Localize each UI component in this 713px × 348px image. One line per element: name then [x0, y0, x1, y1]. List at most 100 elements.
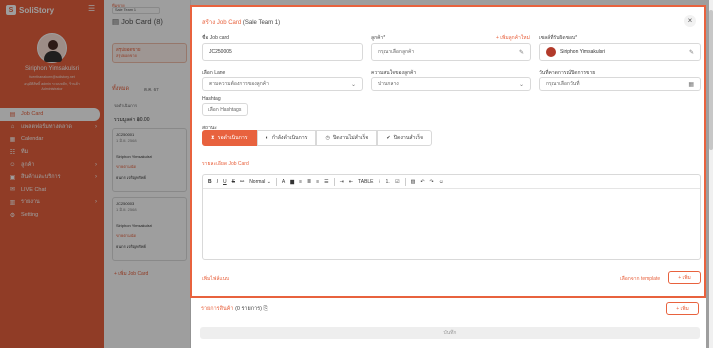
chevron-right-icon: ›	[95, 161, 97, 168]
rich-text-editor[interactable]: B I U S ⚯ Normal ⌄ A ▆ ≡ ≣ ≡ ☰ ⇥ ⇤ TABLE…	[202, 174, 701, 260]
sidebar-item-report[interactable]: ▥ รายงาน ›	[0, 196, 104, 209]
sidebar-item-setting[interactable]: ⚙ Setting	[0, 209, 104, 222]
redo-icon[interactable]: ↷	[430, 179, 434, 185]
job-tag: ขายตามนัด	[116, 164, 137, 169]
sidebar: S SoliStory ☰ Siriphon Yimsakulsri fuent…	[0, 0, 104, 348]
template-link[interactable]: เลือกจาก template	[620, 275, 660, 283]
job-customer: Siriphon Yimsakulsri	[116, 154, 153, 159]
product-section: รายการสินค้า (0 รายการ) ⎘ + เพิ่ม บันทึก	[191, 298, 706, 348]
summary-card[interactable]: สรุปยอดขาย สรุปยอดขาย	[112, 43, 187, 63]
underline-button[interactable]: U	[223, 179, 227, 185]
job-card-item[interactable]: JC250003 1 มิ.ย. 2568 Siriphon Yimsakuls…	[112, 197, 187, 261]
add-detail-button[interactable]: + เพิ่ม	[668, 271, 701, 284]
user-title: Administrator	[41, 87, 63, 91]
brand-name: SoliStory	[19, 5, 55, 15]
close-icon[interactable]: ×	[684, 15, 696, 27]
create-job-card-modal: สร้าง Job Card (Sale Team 1) × ชื่อ Job …	[190, 5, 706, 298]
strike-button[interactable]: S	[232, 179, 235, 185]
italic-button[interactable]: I	[217, 179, 218, 185]
emoji-icon[interactable]: ☺	[439, 179, 444, 185]
job-card-item[interactable]: JC250001 1 มิ.ย. 2568 Siriphon Yimsakuls…	[112, 128, 187, 192]
save-button[interactable]: บันทึก	[200, 327, 700, 339]
progress-icon: ◐	[265, 135, 269, 141]
table-button[interactable]: TABLE	[358, 179, 373, 185]
summary-label: สรุปยอดขาย	[116, 47, 141, 52]
due-date-input[interactable]: กรุณาเลือกวันที่ ▦	[539, 77, 701, 91]
brand-logo-icon: S	[6, 5, 16, 15]
copy-icon[interactable]: ⎘	[263, 306, 267, 312]
attach-file-link[interactable]: เพิ่มไฟล์แนบ	[202, 275, 229, 283]
date-filter[interactable]: ต.ค. 67	[144, 86, 159, 93]
chat-icon: ✉	[9, 187, 16, 194]
image-icon[interactable]: ▨	[411, 179, 416, 185]
interest-select[interactable]: ปานกลาง ⌄	[371, 77, 531, 91]
total-value: รวมมูลค่า ฿0.00	[114, 117, 150, 123]
report-icon: ▥	[9, 199, 16, 206]
menu-toggle-icon[interactable]: ☰	[88, 4, 95, 13]
align-right-icon[interactable]: ≡	[316, 179, 319, 185]
avatar[interactable]	[37, 33, 67, 63]
undo-icon[interactable]: ↶	[420, 179, 424, 185]
font-color-icon[interactable]: A	[282, 179, 285, 185]
checklist-icon[interactable]: ☑	[395, 179, 399, 185]
chevron-down-icon: ⌄	[518, 81, 524, 88]
card-icon: ▤	[9, 111, 16, 118]
owner-select[interactable]: Siriphon Yimsakulsri ✎	[539, 43, 701, 61]
link-icon[interactable]: ⚯	[240, 179, 244, 185]
user-email: fuenthanakorn@solistory.net	[29, 75, 75, 79]
status-heading: รอดำเนินการ	[114, 103, 138, 108]
list-title: ▤ Job Card (8)	[112, 17, 163, 26]
cart-icon: ⌂	[10, 123, 15, 130]
bold-button[interactable]: B	[208, 179, 212, 185]
team-icon: ☷	[9, 149, 16, 156]
scrollbar[interactable]	[709, 0, 713, 348]
owner-label: เซลล์ที่รับผิดชอบ*	[539, 35, 578, 41]
numbered-list-icon[interactable]: ⒈	[385, 178, 390, 185]
status-in-progress-button[interactable]: ◐ กำลังดำเนินการ	[256, 130, 317, 146]
lane-label: เลือก Lane	[202, 70, 226, 76]
bullet-list-icon[interactable]: ⁝	[379, 179, 381, 185]
add-product-button[interactable]: + เพิ่ม	[666, 302, 699, 315]
align-left-icon[interactable]: ≡	[299, 179, 302, 185]
customer-select[interactable]: กรุณาเลือกลูกค้า ✎	[371, 43, 531, 61]
job-card-name-input[interactable]: JC250005	[202, 43, 363, 61]
team-select[interactable]: Sale Team 1	[112, 7, 160, 14]
add-job-card-link[interactable]: + เพิ่ม Job Card	[114, 270, 148, 278]
job-card-list-panel: ทีมขาย Sale Team 1 ▤ Job Card (8) สรุปยอ…	[104, 0, 191, 348]
highlight-icon[interactable]: ▆	[290, 179, 294, 185]
status-segmented-control: ⧗ รอดำเนินการ ◐ กำลังดำเนินการ ◷ ปิดงานไม่ส…	[202, 130, 433, 146]
sidebar-item-calendar[interactable]: ▦ Calendar	[0, 133, 104, 146]
sidebar-item-products[interactable]: ▣ สินค้าและบริการ ›	[0, 171, 104, 184]
editor-toolbar: B I U S ⚯ Normal ⌄ A ▆ ≡ ≣ ≡ ☰ ⇥ ⇤ TABLE…	[203, 175, 700, 189]
calendar-icon: ▦	[9, 136, 16, 143]
outdent-icon[interactable]: ⇤	[349, 179, 353, 185]
status-failed-button[interactable]: ◷ ปิดงานไม่สำเร็จ	[316, 130, 378, 146]
sidebar-item-customer[interactable]: ☺ ลูกค้า ›	[0, 158, 104, 171]
status-success-button[interactable]: ✔ ปิดงานสำเร็จ	[377, 130, 433, 146]
avatar	[546, 47, 556, 57]
style-select[interactable]: Normal ⌄	[249, 179, 271, 185]
hashtag-button[interactable]: เลือก Hashtags	[202, 103, 248, 116]
align-center-icon[interactable]: ≣	[307, 179, 311, 185]
product-label: รายการสินค้า (0 รายการ) ⎘	[201, 306, 268, 312]
sidebar-item-team[interactable]: ☷ ทีม	[0, 146, 104, 159]
job-date: 1 มิ.ย. 2568	[116, 138, 137, 143]
tab-all[interactable]: ทั้งหมด	[112, 85, 129, 93]
detail-label: รายละเอียด Job Card	[202, 161, 249, 167]
sidebar-item-job-card[interactable]: ▤ Job Card	[0, 108, 100, 121]
sidebar-item-live-chat[interactable]: ✉ LIVE Chat	[0, 184, 104, 197]
sidebar-item-marketplace[interactable]: ⌂ แพลตฟอร์มทางตลาด ›	[0, 121, 104, 134]
indent-icon[interactable]: ⇥	[340, 179, 344, 185]
status-pending-button[interactable]: ⧗ รอดำเนินการ	[202, 130, 257, 146]
check-icon: ✔	[386, 135, 391, 141]
justify-icon[interactable]: ☰	[324, 179, 328, 185]
clock-icon: ◷	[325, 135, 330, 141]
chevron-right-icon: ›	[95, 174, 97, 181]
edit-icon: ✎	[518, 49, 524, 56]
edit-icon: ✎	[688, 49, 694, 56]
chevron-right-icon: ›	[95, 199, 97, 206]
lane-select[interactable]: ตามความต้องการของลูกค้า ⌄	[202, 77, 363, 91]
add-customer-link[interactable]: + เพิ่มลูกค้าใหม่	[496, 34, 530, 42]
modal-title: สร้าง Job Card (Sale Team 1)	[202, 20, 281, 26]
job-tag: ขายตามนัด	[116, 233, 137, 238]
